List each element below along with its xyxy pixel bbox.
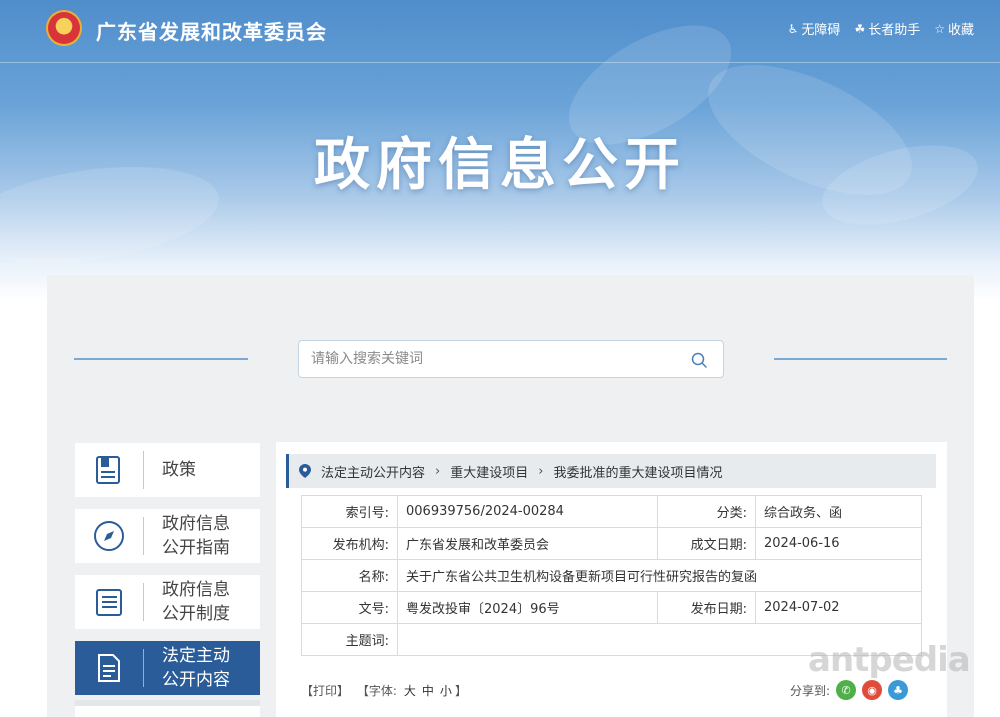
keywords-label: 主题词:: [301, 623, 398, 656]
sidebar-item-label: 政策: [162, 460, 196, 480]
publisher-label: 发布机构:: [301, 527, 398, 560]
sidebar-item-statutory[interactable]: 法定主动公开内容: [75, 641, 260, 695]
sidebar-item-label: 政府信息公开指南: [162, 514, 230, 558]
accessibility-link[interactable]: ♿ 无障碍: [787, 19, 841, 39]
sidebar-item-policy[interactable]: 政策: [75, 443, 260, 497]
share-label: 分享到:: [790, 683, 831, 698]
list-document-icon: [96, 589, 122, 616]
sidebar-subnav: [75, 700, 260, 717]
category-value: 综合政务、函: [755, 495, 922, 528]
title-label: 名称:: [301, 559, 398, 592]
list-document-icon-wrap: [75, 575, 143, 629]
accessibility-icon: ♿: [787, 21, 799, 36]
decorative-line-left: [74, 358, 248, 360]
font-large-button[interactable]: 大: [404, 684, 416, 698]
title-value: 关于广东省公共卫生机构设备更新项目可行性研究报告的复函: [397, 559, 922, 592]
share-bar: 分享到: ✆ ◉ ♣: [790, 680, 909, 700]
table-row: 文号: 粤发改投审〔2024〕96号 发布日期: 2024-07-02: [301, 591, 922, 624]
qq-share-icon[interactable]: ♣: [888, 680, 909, 700]
favorite-link[interactable]: ☆ 收藏: [934, 19, 974, 39]
star-icon: ☆: [934, 21, 945, 36]
location-pin-icon: [299, 464, 311, 478]
elder-assist-icon: ☘: [854, 21, 866, 36]
font-medium-button[interactable]: 中: [422, 684, 434, 698]
font-size-label: 【字体:: [356, 684, 397, 698]
policy-book-icon-wrap: [75, 443, 143, 497]
page-tools: 【打印】 【字体: 大中小】: [301, 682, 471, 699]
compass-icon: [94, 521, 124, 551]
category-label: 分类:: [657, 495, 756, 528]
weibo-share-icon[interactable]: ◉: [862, 680, 883, 700]
top-links: ♿ 无障碍 ☘ 长者助手 ☆ 收藏: [787, 19, 974, 39]
breadcrumb-link[interactable]: 法定主动公开内容: [321, 462, 425, 481]
document-icon-wrap: [75, 641, 143, 695]
elder-assist-link[interactable]: ☘ 长者助手: [854, 19, 921, 39]
publish-date-value: 2024-07-02: [755, 591, 922, 624]
search-box: [298, 340, 724, 378]
publisher-value: 广东省发展和改革委员会: [397, 527, 658, 560]
document-info-table: 索引号: 006939756/2024-00284 分类: 综合政务、函 发布机…: [301, 495, 922, 656]
index-value: 006939756/2024-00284: [397, 495, 658, 528]
print-button[interactable]: 【打印】: [301, 684, 349, 698]
doc-no-label: 文号:: [301, 591, 398, 624]
table-row: 索引号: 006939756/2024-00284 分类: 综合政务、函: [301, 495, 922, 528]
accessibility-label: 无障碍: [801, 23, 841, 38]
sidebar-item-label: 政府信息公开制度: [162, 580, 230, 624]
chevron-right-icon: ›: [538, 463, 544, 479]
page-title: 政府信息公开: [314, 133, 686, 198]
doc-no-value: 粤发改投审〔2024〕96号: [397, 591, 658, 624]
sidebar-item-system[interactable]: 政府信息公开制度: [75, 575, 260, 629]
favorite-label: 收藏: [947, 23, 974, 38]
publish-date-label: 发布日期:: [657, 591, 756, 624]
banner-divider: [0, 62, 1000, 63]
search-input[interactable]: [299, 341, 669, 377]
header-banner: 广东省发展和改革委员会 ♿ 无障碍 ☘ 长者助手 ☆ 收藏 政府信息公开: [0, 0, 1000, 300]
breadcrumb-link[interactable]: 重大建设项目: [450, 462, 528, 481]
compass-icon-wrap: [75, 509, 143, 563]
sidebar-item-label: 法定主动公开内容: [162, 646, 230, 690]
national-emblem-logo: [46, 10, 82, 46]
written-date-value: 2024-06-16: [755, 527, 922, 560]
written-date-label: 成文日期:: [657, 527, 756, 560]
breadcrumb: 法定主动公开内容 › 重大建设项目 › 我委批准的重大建设项目情况: [286, 454, 936, 488]
breadcrumb-link[interactable]: 我委批准的重大建设项目情况: [553, 462, 722, 481]
decorative-line-right: [774, 358, 947, 360]
wechat-share-icon[interactable]: ✆: [836, 680, 857, 700]
font-size-close: 】: [454, 684, 467, 698]
sidebar-item-guide[interactable]: 政府信息公开指南: [75, 509, 260, 563]
table-row: 发布机构: 广东省发展和改革委员会 成文日期: 2024-06-16: [301, 527, 922, 560]
font-small-button[interactable]: 小: [440, 684, 452, 698]
policy-book-icon: [96, 456, 120, 484]
document-icon: [98, 654, 120, 682]
watermark-logo: antpedia: [808, 640, 971, 680]
site-name[interactable]: 广东省发展和改革委员会: [96, 16, 327, 45]
table-row: 名称: 关于广东省公共卫生机构设备更新项目可行性研究报告的复函: [301, 559, 922, 592]
chevron-right-icon: ›: [435, 463, 441, 479]
elder-assist-label: 长者助手: [868, 23, 921, 38]
index-label: 索引号:: [301, 495, 398, 528]
search-icon[interactable]: [691, 352, 707, 368]
